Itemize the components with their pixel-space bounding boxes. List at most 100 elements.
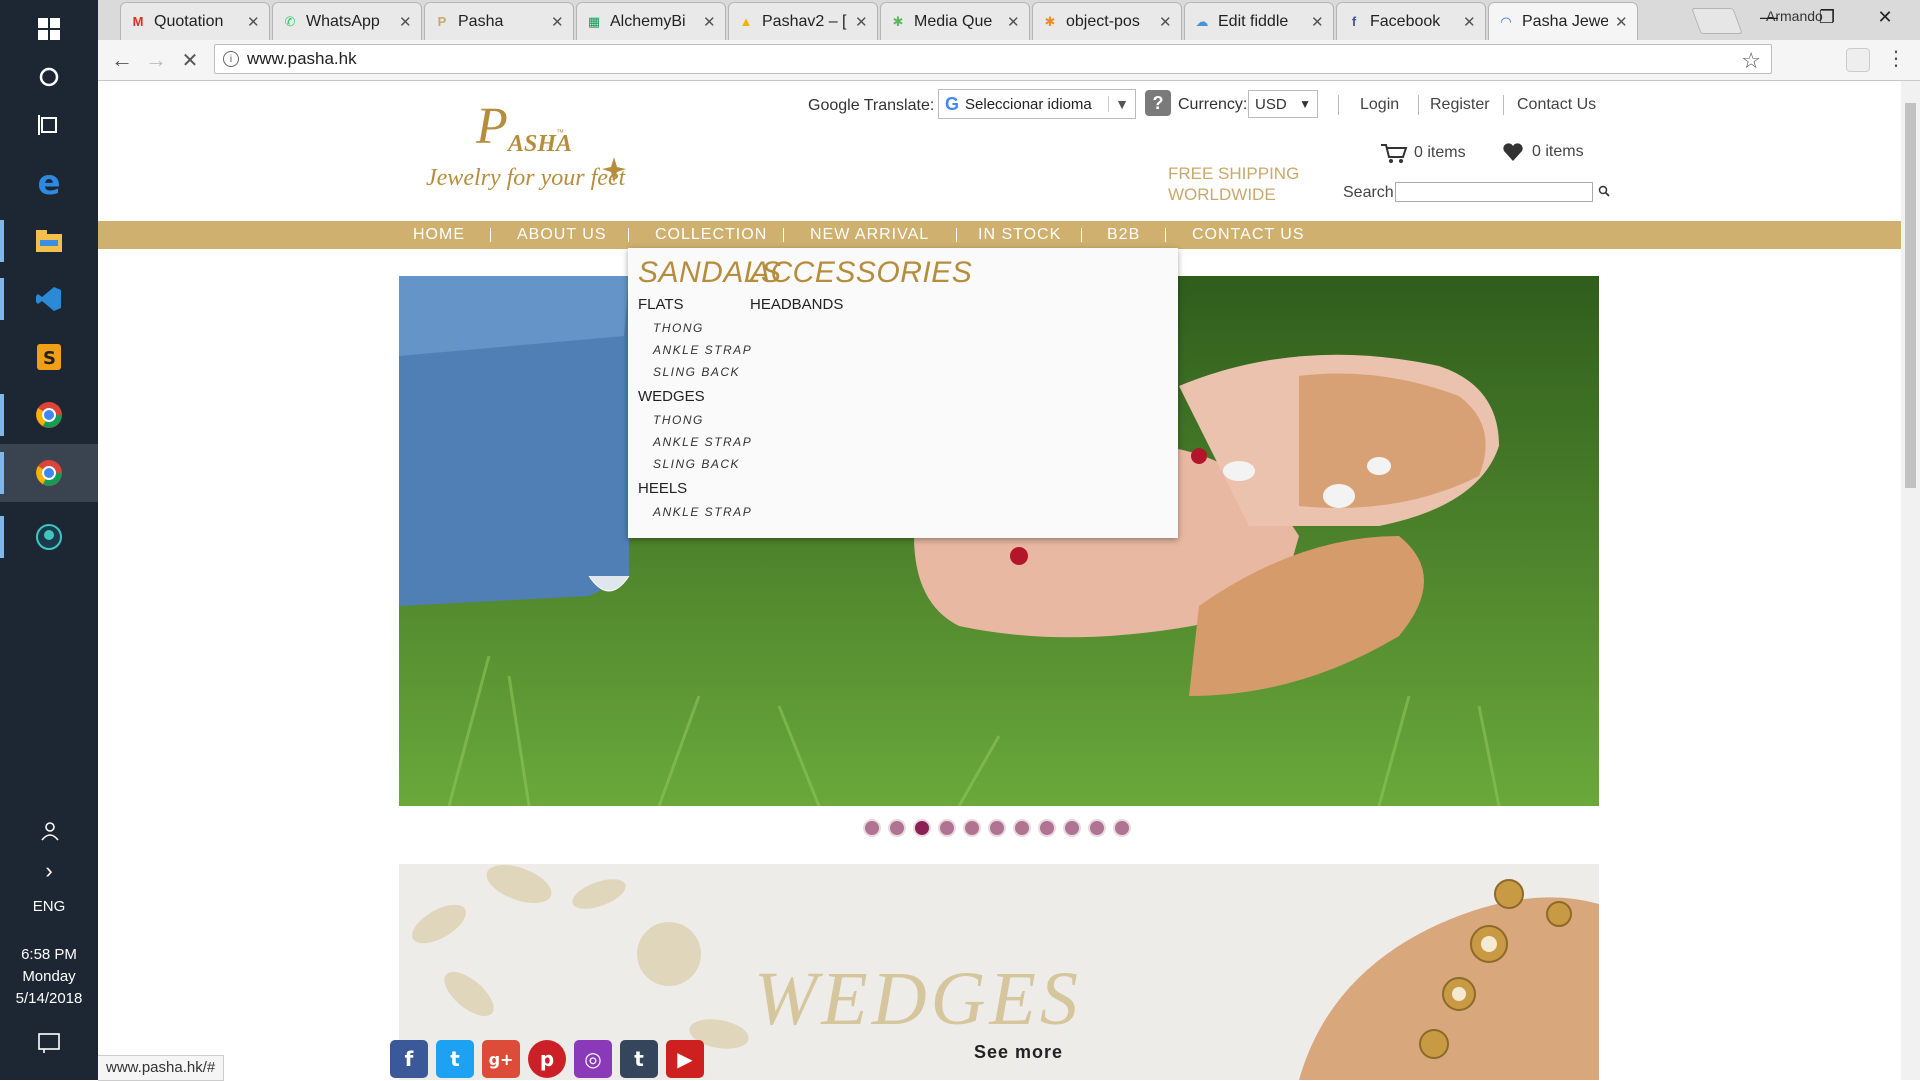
close-tab-icon[interactable]: ✕	[1463, 13, 1477, 31]
close-tab-icon[interactable]: ✕	[551, 13, 565, 31]
slider-dot[interactable]	[1113, 819, 1131, 837]
back-icon[interactable]: ←	[108, 46, 136, 74]
see-more-link[interactable]: See more	[974, 1042, 1063, 1063]
extension-icon[interactable]	[1846, 48, 1870, 72]
browser-tab[interactable]: ◠ Pasha Jewe ✕	[1488, 2, 1638, 40]
action-center-icon[interactable]	[0, 1014, 98, 1072]
task-view-icon[interactable]	[0, 96, 98, 154]
edge-browser-icon[interactable]: e	[0, 154, 98, 212]
new-tab-button[interactable]	[1691, 8, 1743, 34]
browser-tab[interactable]: ✱ object-pos ✕	[1032, 2, 1182, 40]
close-tab-icon[interactable]: ✕	[703, 13, 717, 31]
close-tab-icon[interactable]: ✕	[1007, 13, 1021, 31]
slider-dot[interactable]	[913, 819, 931, 837]
close-tab-icon[interactable]: ✕	[1311, 13, 1325, 31]
slider-dot[interactable]	[963, 819, 981, 837]
slider-dot[interactable]	[1038, 819, 1056, 837]
slider-dot[interactable]	[863, 819, 881, 837]
cart-link[interactable]: 0 items	[1380, 142, 1466, 164]
register-link[interactable]: Register	[1430, 96, 1490, 114]
site-info-icon[interactable]: i	[223, 51, 239, 67]
pinterest-icon[interactable]: p	[528, 1040, 566, 1078]
menu-wedges-thong[interactable]: THONG	[653, 413, 704, 427]
nav-divider	[1165, 228, 1166, 242]
google-plus-icon[interactable]: g+	[482, 1040, 520, 1078]
sublime-text-icon[interactable]: S	[0, 328, 98, 386]
nav-divider	[1081, 228, 1082, 242]
page-scrollbar[interactable]	[1901, 81, 1920, 1080]
nav-divider	[628, 228, 629, 242]
browser-tab[interactable]: ✆ WhatsApp ✕	[272, 2, 422, 40]
minimize-icon[interactable]: —	[1740, 0, 1798, 34]
menu-flats-thong[interactable]: THONG	[653, 321, 704, 335]
close-tab-icon[interactable]: ✕	[1615, 13, 1629, 31]
nav-home[interactable]: HOME	[413, 226, 465, 244]
menu-heels-ankle-strap[interactable]: ANKLE STRAP	[653, 505, 752, 519]
contact-us-link[interactable]: Contact Us	[1517, 96, 1596, 114]
slider-dot[interactable]	[888, 819, 906, 837]
menu-heels[interactable]: HEELS	[638, 480, 687, 497]
youtube-icon[interactable]: ▶	[666, 1040, 704, 1078]
browser-tab[interactable]: f Facebook ✕	[1336, 2, 1486, 40]
slider-dot[interactable]	[1063, 819, 1081, 837]
browser-status-bar: www.pasha.hk/#	[98, 1055, 225, 1081]
close-tab-icon[interactable]: ✕	[855, 13, 869, 31]
gitkraken-icon[interactable]	[0, 508, 98, 566]
slider-dot[interactable]	[988, 819, 1006, 837]
chrome-profile-icon[interactable]	[0, 444, 98, 502]
chrome-menu-icon[interactable]: ⋮	[1886, 46, 1906, 71]
slider-dot[interactable]	[1088, 819, 1106, 837]
input-language[interactable]: ENG	[0, 898, 98, 915]
stop-loading-icon[interactable]: ✕	[176, 46, 204, 74]
system-clock[interactable]: 6:58 PM Monday 5/14/2018	[0, 944, 98, 1010]
browser-tab[interactable]: ☁ Edit fiddle ✕	[1184, 2, 1334, 40]
nav-contact-us[interactable]: CONTACT US	[1192, 226, 1305, 244]
divider	[1338, 95, 1339, 115]
close-tab-icon[interactable]: ✕	[399, 13, 413, 31]
menu-flats-sling-back[interactable]: SLING BACK	[653, 365, 740, 379]
vscode-icon[interactable]	[0, 270, 98, 328]
menu-flats-ankle-strap[interactable]: ANKLE STRAP	[653, 343, 752, 357]
address-bar[interactable]: i www.pasha.hk ☆	[214, 44, 1772, 74]
tumblr-icon[interactable]: t	[620, 1040, 658, 1078]
slider-dot[interactable]	[938, 819, 956, 837]
browser-tab[interactable]: P Pasha ✕	[424, 2, 574, 40]
google-translate-select[interactable]: G Seleccionar idioma ▼	[938, 89, 1136, 119]
menu-wedges-ankle-strap[interactable]: ANKLE STRAP	[653, 435, 752, 449]
bookmark-star-icon[interactable]: ☆	[1741, 48, 1761, 74]
currency-select[interactable]: USD ▼	[1248, 90, 1318, 118]
forward-icon[interactable]: →	[142, 46, 170, 74]
browser-tab[interactable]: ▦ AlchemyBi ✕	[576, 2, 726, 40]
facebook-icon[interactable]: f	[390, 1040, 428, 1078]
wishlist-link[interactable]: 0 items	[1502, 142, 1584, 162]
nav-new-arrival[interactable]: NEW ARRIVAL	[810, 226, 929, 244]
close-tab-icon[interactable]: ✕	[247, 13, 261, 31]
browser-tab[interactable]: ✱ Media Que ✕	[880, 2, 1030, 40]
search-icon[interactable]	[1598, 185, 1610, 200]
show-hidden-icons-chevron-icon[interactable]: ›	[0, 842, 98, 900]
menu-headbands[interactable]: HEADBANDS	[750, 296, 843, 313]
browser-tab[interactable]: ▲ Pashav2 – [✕	[728, 2, 878, 40]
login-link[interactable]: Login	[1360, 96, 1399, 114]
nav-b2b[interactable]: B2B	[1107, 226, 1140, 244]
chrome-icon[interactable]	[0, 386, 98, 444]
menu-flats[interactable]: FLATS	[638, 296, 684, 313]
instagram-icon[interactable]: ◎	[574, 1040, 612, 1078]
help-icon[interactable]: ?	[1145, 90, 1171, 116]
nav-about-us[interactable]: ABOUT US	[517, 226, 607, 244]
close-window-icon[interactable]: ✕	[1856, 0, 1914, 34]
search-input[interactable]	[1395, 182, 1593, 202]
twitter-icon[interactable]: t	[436, 1040, 474, 1078]
restore-icon[interactable]: ❐	[1798, 0, 1856, 34]
file-explorer-icon[interactable]	[0, 212, 98, 270]
menu-wedges[interactable]: WEDGES	[638, 388, 705, 405]
browser-tab[interactable]: M Quotation ✕	[120, 2, 270, 40]
nav-in-stock[interactable]: IN STOCK	[978, 226, 1061, 244]
nav-collection[interactable]: COLLECTION	[655, 226, 767, 244]
menu-accessories-heading[interactable]: ACCESSORIES	[750, 256, 972, 290]
scrollbar-thumb[interactable]	[1905, 103, 1916, 488]
slider-dot[interactable]	[1013, 819, 1031, 837]
close-tab-icon[interactable]: ✕	[1159, 13, 1173, 31]
pasha-logo[interactable]: P ASHA ™ Jewelry for your feet	[416, 95, 627, 205]
menu-wedges-sling-back[interactable]: SLING BACK	[653, 457, 740, 471]
